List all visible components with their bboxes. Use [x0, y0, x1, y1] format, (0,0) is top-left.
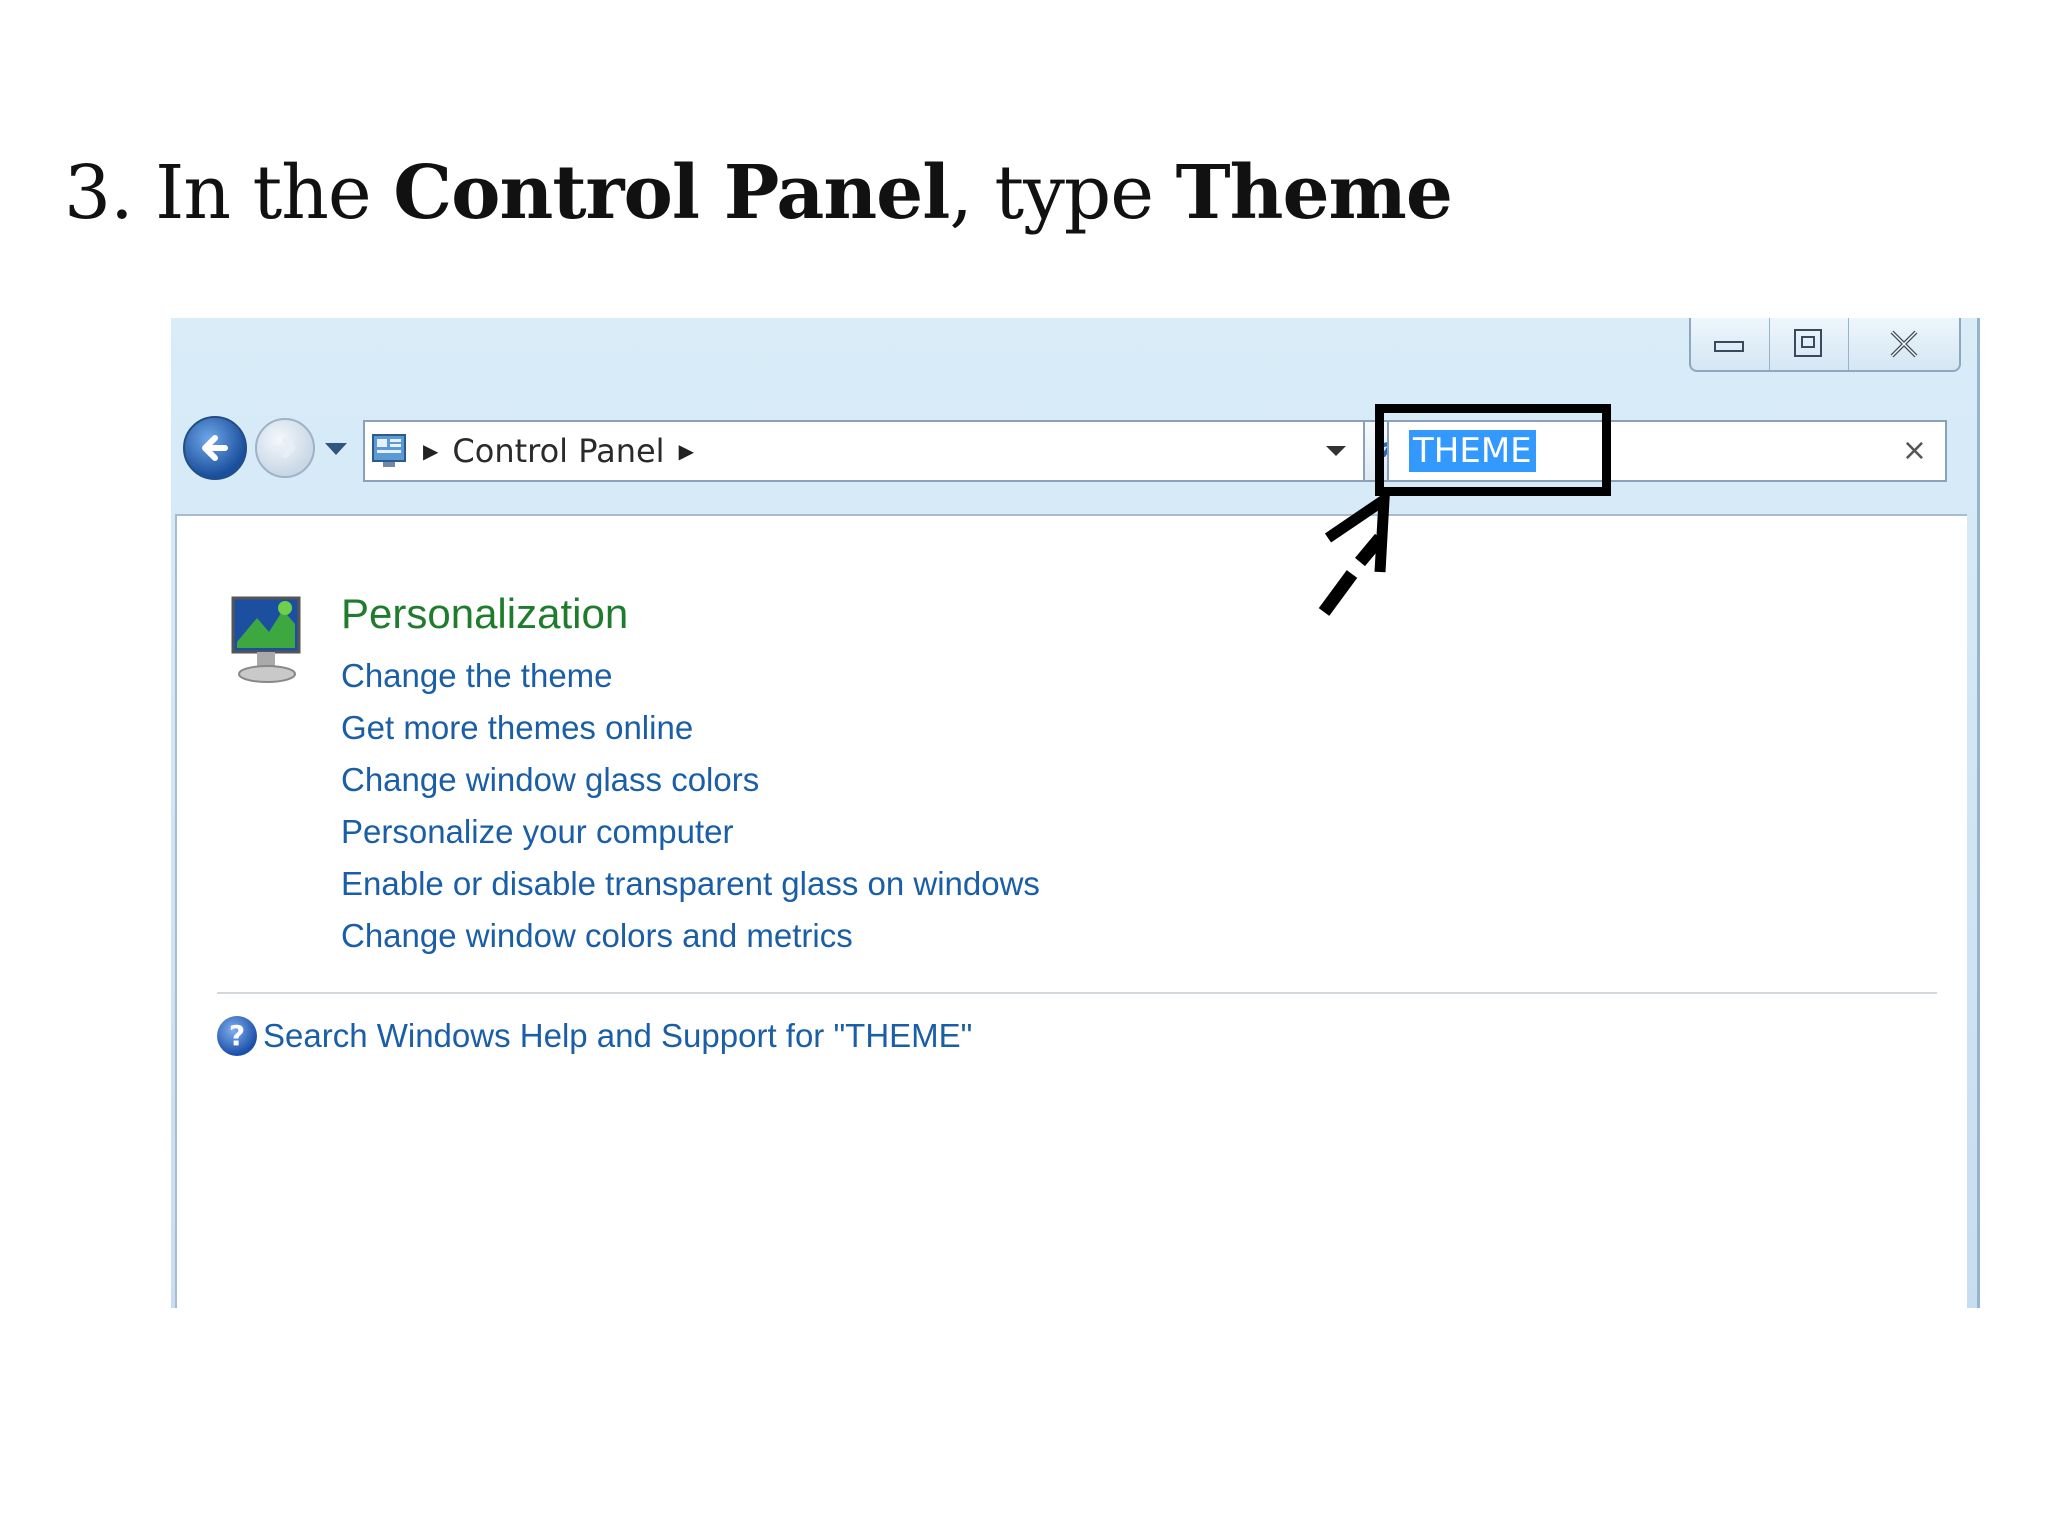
clear-search-icon[interactable]: × — [1902, 430, 1927, 472]
help-search-link[interactable]: Search Windows Help and Support for "THE… — [263, 1017, 972, 1055]
section-divider — [217, 992, 1937, 994]
search-highlight-box — [1375, 404, 1611, 496]
maximize-button[interactable] — [1770, 318, 1850, 370]
heading-middle: , type — [949, 150, 1176, 236]
heading-bold-control-panel: Control Panel — [393, 150, 950, 236]
recent-pages-dropdown-icon[interactable] — [323, 440, 349, 458]
link-personalize-your-computer[interactable]: Personalize your computer — [341, 806, 1040, 858]
back-button[interactable] — [183, 416, 247, 480]
address-dropdown-icon[interactable] — [1325, 444, 1347, 458]
maximize-icon — [1794, 329, 1823, 357]
link-change-the-theme[interactable]: Change the theme — [341, 650, 1040, 702]
link-change-window-colors-metrics[interactable]: Change window colors and metrics — [341, 910, 1040, 962]
link-get-more-themes-online[interactable]: Get more themes online — [341, 702, 1040, 754]
instruction-heading: 3. In the Control Panel, type Theme — [64, 150, 1453, 236]
help-icon: ? — [217, 1016, 257, 1056]
address-bar[interactable]: ▶ Control Panel ▶ — [363, 420, 1365, 482]
forward-arrow-icon — [272, 437, 296, 459]
navigation-bar: ▶ Control Panel ▶ THEME × — [179, 410, 1977, 486]
heading-prefix: 3. In the — [64, 150, 394, 236]
close-icon — [1890, 330, 1918, 358]
help-search-row[interactable]: ? Search Windows Help and Support for "T… — [217, 1016, 972, 1056]
window-controls — [1689, 318, 1961, 372]
close-window-button[interactable] — [1849, 318, 1959, 370]
link-enable-disable-transparent-glass[interactable]: Enable or disable transparent glass on w… — [341, 858, 1040, 910]
back-arrow-icon — [202, 435, 228, 461]
personalization-icon — [231, 596, 301, 683]
personalization-links: Change the theme Get more themes online … — [341, 650, 1040, 962]
results-pane: Personalization Change the theme Get mor… — [175, 514, 1967, 1308]
forward-button[interactable] — [255, 418, 315, 478]
minimize-button[interactable] — [1691, 318, 1771, 370]
pointer-arrow-icon — [1318, 489, 1391, 616]
personalization-category-link[interactable]: Personalization — [341, 590, 628, 638]
minimize-icon — [1714, 341, 1745, 352]
breadcrumb-control-panel[interactable]: Control Panel — [452, 432, 664, 470]
breadcrumb-separator-icon: ▶ — [423, 439, 439, 463]
control-panel-icon — [372, 434, 406, 467]
control-panel-window: ▶ Control Panel ▶ THEME × Personalizatio… — [171, 318, 1980, 1308]
heading-bold-theme: Theme — [1175, 150, 1453, 236]
breadcrumb-chevron-icon[interactable]: ▶ — [679, 439, 694, 463]
link-change-window-glass-colors[interactable]: Change window glass colors — [341, 754, 1040, 806]
